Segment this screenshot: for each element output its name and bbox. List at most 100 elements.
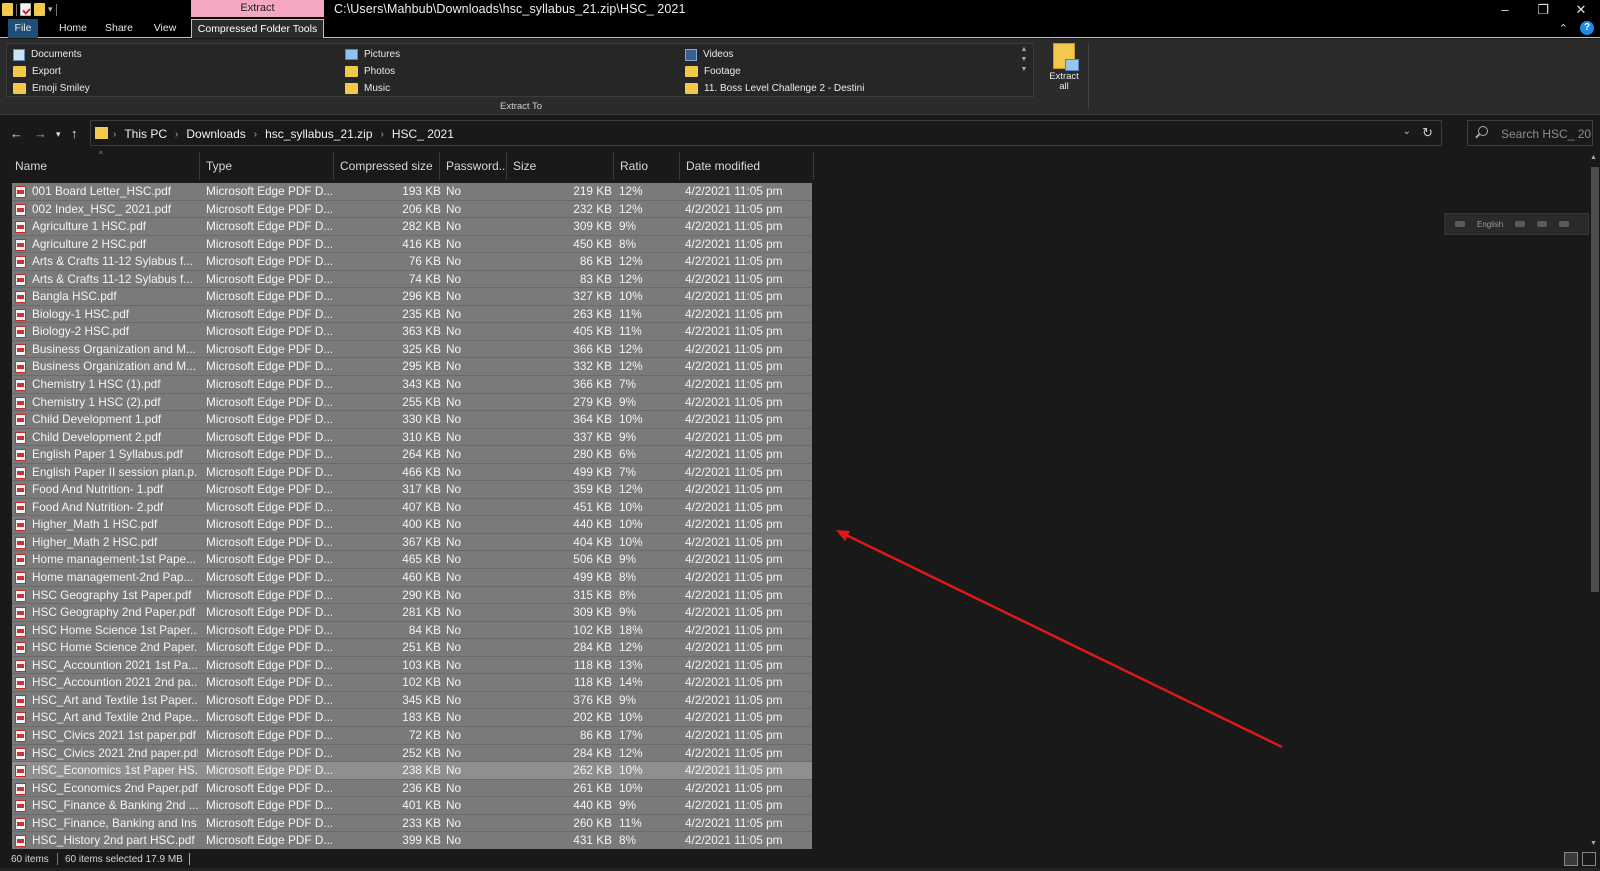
destination-emoji-smiley[interactable]: Emoji Smiley [9, 80, 339, 97]
language-settings-icon[interactable] [1537, 221, 1548, 227]
table-row[interactable]: HSC Home Science 1st Paper.... Microsoft … [12, 621, 812, 640]
breadcrumb-separator-icon[interactable]: › [113, 129, 116, 140]
table-row[interactable]: HSC_Accountion 2021 1st Pa... Microsoft E… [12, 656, 812, 675]
destination-videos[interactable]: Videos [681, 46, 1011, 63]
table-row[interactable]: HSC_Civics 2021 2nd paper.pdf Microsoft E… [12, 744, 812, 763]
table-row[interactable]: Bangla HSC.pdf Microsoft Edge PDF D... 296… [12, 288, 812, 306]
breadcrumb-downloads[interactable]: Downloads [186, 127, 245, 141]
destination-export[interactable]: Export [9, 63, 339, 80]
new-folder-icon[interactable] [34, 3, 45, 16]
column-name[interactable]: Name [9, 152, 200, 180]
forward-arrow-icon[interactable]: → [34, 126, 47, 141]
table-row[interactable]: Biology-1 HSC.pdf Microsoft Edge PDF D...… [12, 305, 812, 324]
table-row[interactable]: 002 Index_HSC_ 2021.pdf Microsoft Edge PD… [12, 200, 812, 219]
table-row[interactable]: Agriculture 2 HSC.pdf Microsoft Edge PDF … [12, 235, 812, 254]
address-bar[interactable]: › This PC › Downloads › hsc_syllabus_21.… [90, 120, 1442, 146]
breadcrumb-separator-icon[interactable]: › [381, 129, 384, 140]
table-row[interactable]: Biology-2 HSC.pdf Microsoft Edge PDF D...… [12, 323, 812, 341]
column-size[interactable]: Size [507, 152, 614, 180]
table-row[interactable]: English Paper 1 Syllabus.pdf Microsoft Ed… [12, 446, 812, 464]
language-options-icon[interactable] [1559, 221, 1570, 227]
language-bar[interactable]: English [1444, 213, 1589, 235]
properties-icon[interactable] [20, 3, 31, 16]
table-row[interactable]: HSC_History 2nd part HSC.pdf Microsoft Ed… [12, 832, 812, 849]
minimize-button[interactable]: – [1486, 0, 1524, 19]
customize-toolbar-icon[interactable]: ▾ [48, 4, 53, 15]
scroll-down-icon[interactable]: ▼ [1590, 840, 1597, 847]
table-row[interactable]: HSC_Economics 2nd Paper.pdf Microsoft Edg… [12, 779, 812, 798]
large-icons-view-button[interactable] [1582, 852, 1596, 866]
collapse-ribbon-icon[interactable]: ⌃ [1559, 22, 1568, 35]
tab-file[interactable]: File [8, 19, 38, 38]
address-dropdown-icon[interactable]: ⌄ [1403, 126, 1411, 137]
language-bar-icon[interactable] [1455, 221, 1465, 227]
table-row[interactable]: Arts & Crafts 11-12 Sylabus f... Microsof… [12, 253, 812, 271]
refresh-icon[interactable]: ↻ [1422, 125, 1433, 141]
gallery-scroll-down-icon[interactable]: ▼ [1021, 56, 1028, 63]
column-date-modified[interactable]: Date modified [680, 152, 814, 180]
table-row[interactable]: Business Organization and M... Microsoft … [12, 340, 812, 359]
table-row[interactable]: Chemistry 1 HSC (1).pdf Microsoft Edge PD… [12, 376, 812, 394]
column-type[interactable]: Type [200, 152, 334, 180]
tab-compressed-folder-tools[interactable]: Compressed Folder Tools [191, 19, 324, 38]
close-button[interactable]: ✕ [1562, 0, 1600, 19]
column-password[interactable]: Password... [440, 152, 507, 180]
language-label[interactable]: English [1477, 220, 1503, 229]
table-row[interactable]: Child Development 1.pdf Microsoft Edge PD… [12, 411, 812, 429]
table-row[interactable]: Higher_Math 1 HSC.pdf Microsoft Edge PDF … [12, 516, 812, 534]
details-view-button[interactable] [1564, 852, 1578, 866]
table-row[interactable]: Home management-2nd Pap... Microsoft Edge… [12, 569, 812, 587]
breadcrumb-zip[interactable]: hsc_syllabus_21.zip [265, 127, 372, 141]
scrollbar-thumb[interactable] [1591, 167, 1599, 592]
table-row[interactable]: Business Organization and M... Microsoft … [12, 358, 812, 377]
column-compressed-size[interactable]: Compressed size [334, 152, 440, 180]
back-arrow-icon[interactable]: ← [10, 126, 23, 141]
table-row[interactable]: HSC_Accountion 2021 2nd pa... Microsoft E… [12, 674, 812, 692]
table-row[interactable]: Arts & Crafts 11-12 Sylabus f... Microsof… [12, 270, 812, 289]
tab-view[interactable]: View [144, 19, 186, 38]
table-row[interactable]: Agriculture 1 HSC.pdf Microsoft Edge PDF … [12, 218, 812, 236]
search-input[interactable]: Search HSC_ 20... [1501, 127, 1591, 141]
search-box[interactable]: Search HSC_ 20... [1467, 120, 1593, 146]
table-row[interactable]: HSC_Economics 1st Paper HS... Microsoft E… [12, 762, 812, 780]
table-row[interactable]: Home management-1st Pape... Microsoft Edg… [12, 551, 812, 570]
help-icon[interactable]: ? [1580, 21, 1594, 35]
table-row[interactable]: HSC Geography 2nd Paper.pdf Microsoft Edg… [12, 604, 812, 622]
breadcrumb-separator-icon[interactable]: › [254, 129, 257, 140]
table-row[interactable]: Child Development 2.pdf Microsoft Edge PD… [12, 428, 812, 447]
destination-footage[interactable]: Footage [681, 63, 1011, 80]
tab-share[interactable]: Share [100, 19, 138, 38]
breadcrumb-separator-icon[interactable]: › [175, 129, 178, 140]
vertical-scrollbar[interactable]: ▲ ▼ [1589, 152, 1600, 852]
table-row[interactable]: 001 Board Letter_HSC.pdf Microsoft Edge P… [12, 183, 812, 201]
recent-locations-icon[interactable]: ▾ [56, 129, 61, 140]
destination-pictures[interactable]: Pictures [341, 46, 671, 63]
table-row[interactable]: English Paper II session plan.p... Micros… [12, 463, 812, 482]
table-row[interactable]: Chemistry 1 HSC (2).pdf Microsoft Edge PD… [12, 393, 812, 412]
table-row[interactable]: HSC Home Science 2nd Paper.... Microsoft … [12, 639, 812, 657]
table-row[interactable]: Food And Nutrition- 1.pdf Microsoft Edge … [12, 481, 812, 499]
column-ratio[interactable]: Ratio [614, 152, 680, 180]
table-row[interactable]: HSC_Civics 2021 1st paper.pdf Microsoft E… [12, 726, 812, 745]
destination-music[interactable]: Music [341, 80, 671, 97]
gallery-expand-icon[interactable]: ▼ [1021, 66, 1028, 73]
keyboard-icon[interactable] [1515, 221, 1526, 227]
destination-boss-level[interactable]: 11. Boss Level Challenge 2 - Destini [681, 80, 1011, 97]
restore-button[interactable]: ❐ [1524, 0, 1562, 19]
gallery-scroll-up-icon[interactable]: ▲ [1021, 46, 1028, 53]
destination-documents[interactable]: Documents [9, 46, 339, 63]
up-arrow-icon[interactable]: ↑ [71, 126, 78, 141]
table-row[interactable]: HSC Geography 1st Paper.pdf Microsoft Edg… [12, 586, 812, 605]
table-row[interactable]: HSC_Art and Textile 2nd Pape... Microsoft… [12, 709, 812, 727]
tab-home[interactable]: Home [52, 19, 94, 38]
table-row[interactable]: Food And Nutrition- 2.pdf Microsoft Edge … [12, 498, 812, 517]
table-row[interactable]: HSC_Art and Textile 1st Paper.... Microso… [12, 691, 812, 710]
extract-all-button[interactable]: Extract all [1044, 43, 1084, 97]
breadcrumb-current-folder[interactable]: HSC_ 2021 [392, 127, 454, 141]
scroll-up-icon[interactable]: ▲ [1590, 154, 1597, 161]
table-row[interactable]: HSC_Finance & Banking 2nd ... Microsoft E… [12, 797, 812, 815]
table-row[interactable]: Higher_Math 2 HSC.pdf Microsoft Edge PDF … [12, 533, 812, 552]
table-row[interactable]: HSC_Finance, Banking and Ins... Microsoft… [12, 814, 812, 833]
breadcrumb-this-pc[interactable]: This PC [124, 127, 167, 141]
destination-photos[interactable]: Photos [341, 63, 671, 80]
